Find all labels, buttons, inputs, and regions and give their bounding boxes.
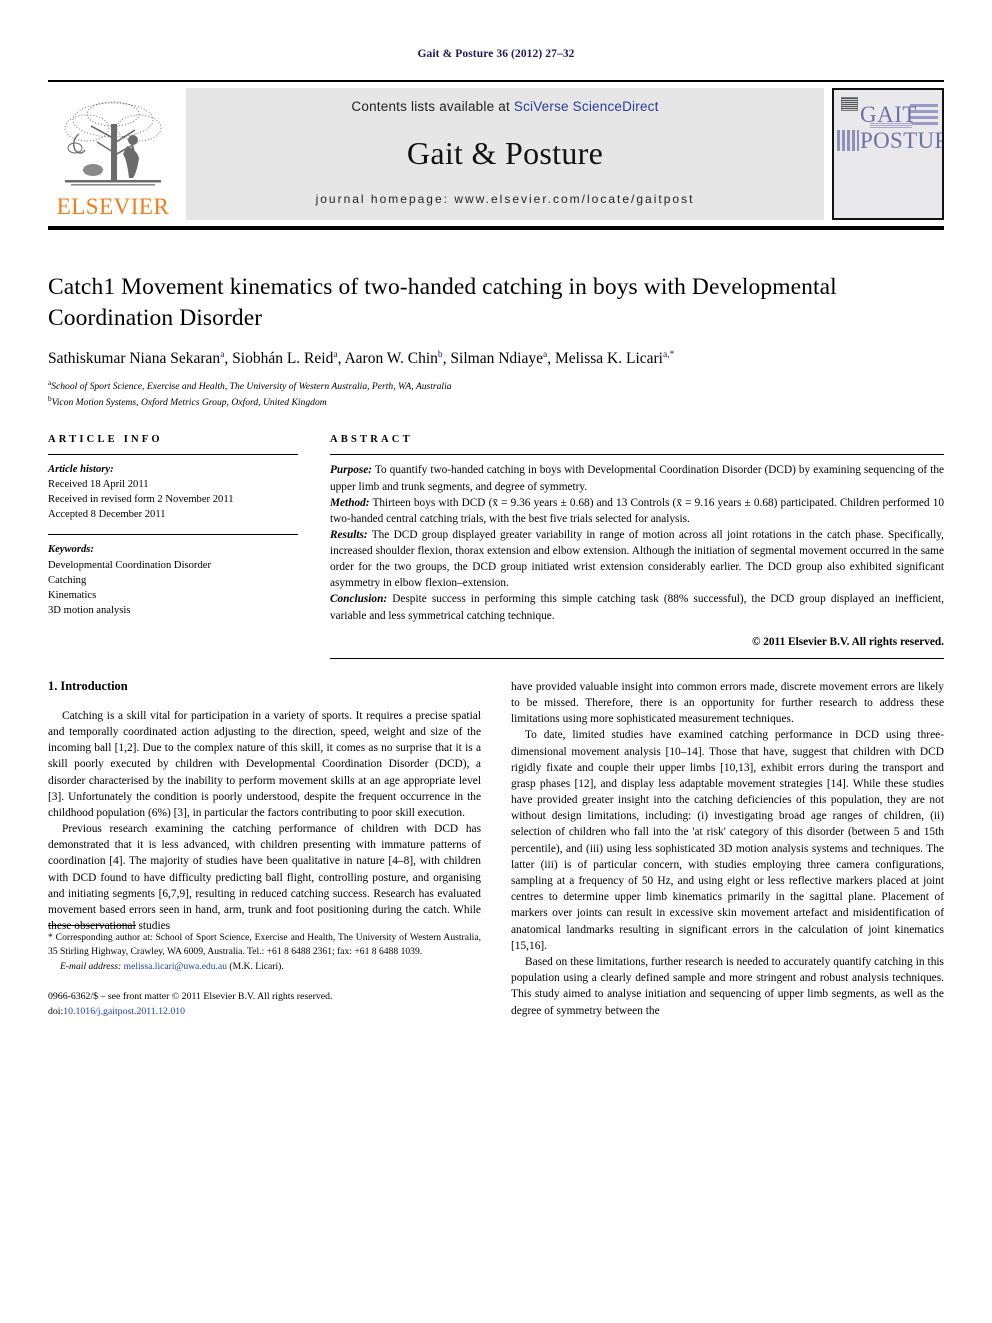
- body-paragraph: Previous research examining the catching…: [48, 823, 481, 933]
- journal-article-page: Gait & Posture 36 (2012) 27–32 ELSEVIER …: [0, 0, 992, 1323]
- abstract-heading: ABSTRACT: [330, 434, 413, 446]
- body-paragraph: Based on these limitations, further rese…: [511, 955, 944, 1017]
- author-item: Sathiskumar Niana Sekarana,: [48, 350, 229, 368]
- masthead-top-rule: [48, 80, 944, 82]
- keyword-item: Catching: [48, 574, 87, 586]
- footnote-block: * Corresponding author at: School of Spo…: [48, 924, 481, 1019]
- history-received: Received 18 April 2011: [48, 479, 149, 491]
- keyword-item: Developmental Coordination Disorder: [48, 559, 211, 571]
- sciencedirect-link[interactable]: SciVerse ScienceDirect: [514, 99, 659, 114]
- author-affil-mark: a: [333, 350, 338, 361]
- journal-masthead: ELSEVIER Contents lists available at Sci…: [48, 80, 944, 230]
- affiliation-item: aSchool of Sport Science, Exercise and H…: [48, 378, 944, 394]
- abstract-paragraph: Purpose: To quantify two-handed catching…: [330, 462, 944, 494]
- abstract-column: ABSTRACT Purpose: To quantify two-handed…: [330, 434, 944, 659]
- affiliation-item: bVicon Motion Systems, Oxford Metrics Gr…: [48, 394, 944, 410]
- author-item: Siobhán L. Reida,: [232, 350, 342, 368]
- elsevier-logo: ELSEVIER: [48, 88, 178, 220]
- keyword-item: Kinematics: [48, 589, 97, 601]
- issn-text: 0966-6362/$ – see front matter © 2011 El…: [48, 991, 333, 1003]
- body-paragraph: have provided valuable insight into comm…: [511, 680, 944, 726]
- history-revised: Received in revised form 2 November 2011: [48, 494, 234, 506]
- abstract-label: Purpose:: [330, 464, 373, 477]
- abstract-text: Thirteen boys with DCD (x̄ = 9.36 years …: [330, 496, 944, 525]
- author-affil-mark: b: [437, 350, 443, 361]
- author-item: Aaron W. Chinb,: [344, 350, 447, 368]
- abstract-text: Despite success in performing this simpl…: [330, 593, 944, 622]
- doi-line: doi:10.1016/j.gaitpost.2011.12.010: [48, 1005, 481, 1019]
- affiliation-text: Vicon Motion Systems, Oxford Metrics Gro…: [51, 397, 327, 409]
- abstract-paragraph: Method: Thirteen boys with DCD (x̄ = 9.3…: [330, 495, 944, 527]
- email-label: E-mail address:: [60, 961, 122, 973]
- author-affil-mark[interactable]: a,*: [663, 350, 674, 360]
- doi-link[interactable]: 10.1016/j.gaitpost.2011.12.010: [63, 1006, 185, 1017]
- abstract-paragraph: Results: The DCD group displayed greater…: [330, 527, 944, 592]
- author-name: Siobhán L. Reid: [232, 350, 334, 368]
- journal-title: Gait & Posture: [406, 134, 604, 171]
- author-item: Silman Ndiayea,: [450, 350, 552, 368]
- issn-copyright-line: 0966-6362/$ – see front matter © 2011 El…: [48, 990, 481, 1018]
- elsevier-tree-icon: [64, 101, 162, 186]
- masthead-bottom-rule: [48, 226, 944, 230]
- masthead-center-panel: Contents lists available at SciVerse Sci…: [186, 88, 824, 220]
- abstract-text: The DCD group displayed greater variabil…: [330, 528, 944, 590]
- footnote-rule: [48, 924, 136, 926]
- contents-available-line: Contents lists available at SciVerse Sci…: [351, 99, 658, 114]
- running-head: Gait & Posture 36 (2012) 27–32: [417, 48, 575, 60]
- abstract-text: To quantify two-handed catching in boys …: [330, 464, 944, 493]
- cover-title-posture: POSTURE: [860, 128, 942, 153]
- elsevier-wordmark: ELSEVIER: [56, 194, 170, 219]
- author-name: Silman Ndiaye: [450, 350, 543, 368]
- author-name: Sathiskumar Niana Sekaran: [48, 350, 221, 368]
- corresponding-author-footnote: * Corresponding author at: School of Spo…: [48, 931, 481, 957]
- journal-homepage-link[interactable]: journal homepage: www.elsevier.com/locat…: [316, 192, 695, 206]
- keywords-rule: [48, 534, 298, 536]
- abstract-label: Results:: [330, 528, 368, 541]
- article-info-heading: ARTICLE INFO: [48, 434, 163, 446]
- body-paragraph: Catching is a skill vital for participat…: [48, 709, 481, 819]
- abstract-label: Conclusion:: [330, 593, 388, 606]
- abstract-copyright: © 2011 Elsevier B.V. All rights reserved…: [751, 635, 944, 648]
- email-footnote: E-mail address: melissa.licari@uwa.edu.a…: [48, 960, 481, 974]
- body-column-left: 1. Introduction Catching is a skill vita…: [48, 679, 481, 1019]
- body-column-right: have provided valuable insight into comm…: [511, 679, 944, 1019]
- history-accepted: Accepted 8 December 2011: [48, 509, 166, 521]
- abstract-paragraph: Conclusion: Despite success in performin…: [330, 591, 944, 623]
- author-name: Melissa K. Licari: [554, 350, 663, 368]
- cover-photo-icon: [841, 97, 858, 111]
- doi-label: doi:: [48, 1005, 64, 1017]
- body-columns: 1. Introduction Catching is a skill vita…: [48, 679, 944, 1019]
- affiliation-text: School of Sport Science, Exercise and He…: [51, 381, 452, 393]
- author-item: Melissa K. Licaria,*: [555, 350, 674, 367]
- author-affil-mark: a: [220, 350, 225, 361]
- abstract-bottom-rule: [330, 657, 944, 659]
- author-name: Aaron W. Chin: [344, 350, 438, 368]
- email-link[interactable]: melissa.licari@uwa.edu.au: [124, 961, 227, 972]
- article-info-column: ARTICLE INFO Article history: Received 1…: [48, 434, 298, 658]
- journal-cover-thumbnail: GAIT POSTURE: [832, 88, 944, 220]
- keywords-label: Keywords:: [48, 544, 94, 556]
- affiliation-list: aSchool of Sport Science, Exercise and H…: [48, 378, 944, 410]
- author-list: Sathiskumar Niana Sekarana, Siobhán L. R…: [48, 349, 944, 370]
- article-info-rule: [48, 454, 298, 456]
- email-suffix: (M.K. Licari).: [227, 961, 284, 973]
- author-affil-mark: a: [542, 350, 548, 361]
- article-title: Catch1 Movement kinematics of two-handed…: [48, 274, 837, 331]
- info-abstract-region: ARTICLE INFO Article history: Received 1…: [48, 434, 944, 659]
- section-heading-introduction: 1. Introduction: [48, 678, 128, 693]
- article-history-label: Article history:: [48, 464, 114, 476]
- keyword-item: 3D motion analysis: [48, 604, 131, 616]
- abstract-rule: [330, 454, 944, 456]
- abstract-label: Method:: [330, 496, 370, 509]
- cover-stripe-left: [837, 130, 859, 151]
- body-paragraph: To date, limited studies have examined c…: [511, 729, 944, 952]
- contents-prefix-text: Contents lists available at: [351, 99, 514, 114]
